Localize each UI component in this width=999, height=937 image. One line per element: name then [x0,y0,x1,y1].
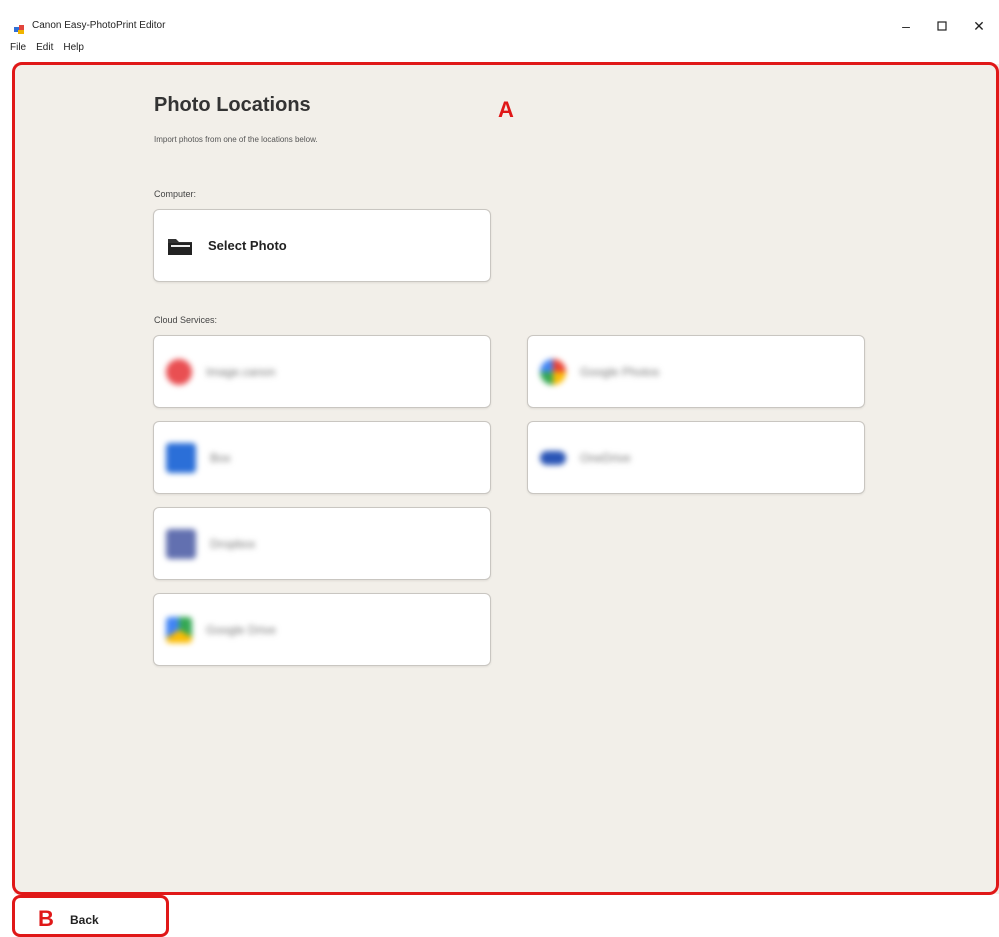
google-photos-icon [540,358,566,385]
service-box[interactable]: Box [153,421,491,494]
folder-icon [166,236,194,256]
page-subtitle: Import photos from one of the locations … [154,135,318,144]
box-icon [166,442,196,473]
app-logo-icon [14,22,26,34]
title-bar: Canon Easy-PhotoPrint Editor – ✕ [0,0,999,40]
cloud-section-label: Cloud Services: [154,315,218,325]
select-photo-button[interactable]: Select Photo [153,209,491,282]
bottom-bar [0,895,999,937]
page-title: Photo Locations [154,94,311,116]
maximize-icon [937,21,947,31]
service-image-canon[interactable]: Image.canon [153,335,491,408]
service-label: Google Photos [580,364,660,379]
service-dropbox[interactable]: Dropbox [153,507,491,580]
menu-edit[interactable]: Edit [36,42,53,56]
annotation-letter-b: B [38,906,54,931]
service-google-drive[interactable]: Google Drive [153,593,491,666]
select-photo-label: Select Photo [208,238,287,253]
minimize-button[interactable]: – [896,16,916,36]
back-button[interactable]: Back [70,913,99,927]
close-button[interactable]: ✕ [969,16,989,36]
menu-help[interactable]: Help [63,42,84,56]
menu-bar: File Edit Help [10,42,84,56]
dropbox-icon [166,528,196,559]
menu-file[interactable]: File [10,42,26,56]
window-title: Canon Easy-PhotoPrint Editor [32,20,166,31]
google-drive-icon [166,616,192,643]
service-onedrive[interactable]: OneDrive [527,421,865,494]
service-label: OneDrive [580,450,631,465]
image-canon-icon [166,358,192,385]
annotation-letter-a: A [498,97,514,122]
service-label: Image.canon [206,364,276,379]
service-label: Google Drive [206,622,277,637]
service-label: Dropbox [210,536,256,551]
computer-section-label: Computer: [154,189,197,199]
service-label: Box [210,450,231,465]
maximize-button[interactable] [932,16,952,36]
service-google-photos[interactable]: Google Photos [527,335,865,408]
onedrive-icon [540,450,566,465]
